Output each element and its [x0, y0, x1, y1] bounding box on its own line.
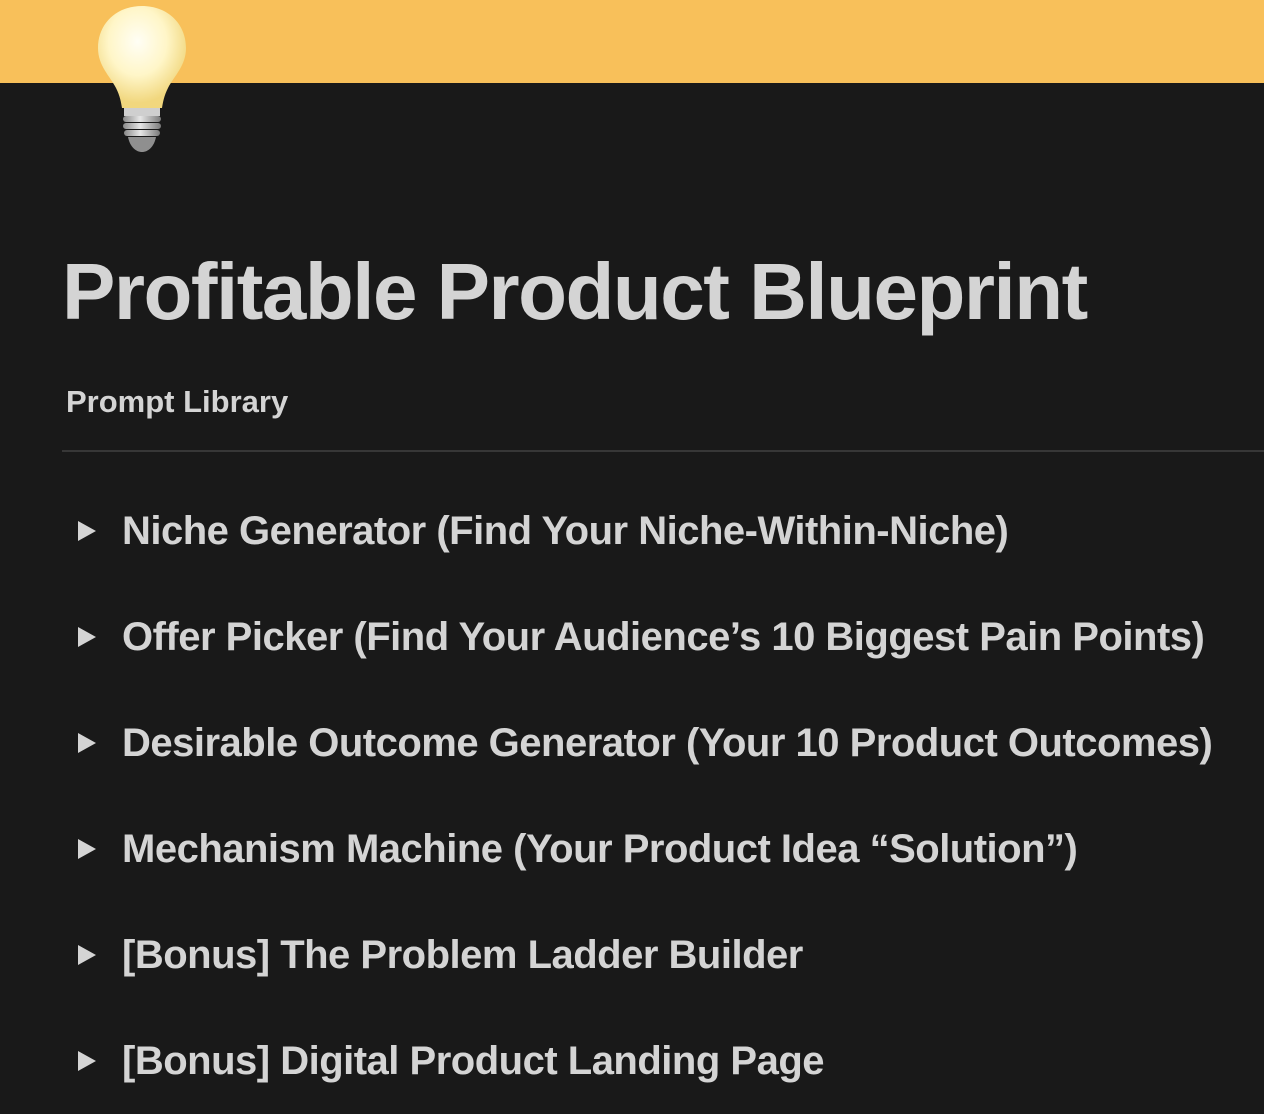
triangle-right-icon[interactable] — [78, 945, 96, 965]
toggle-label: Mechanism Machine (Your Product Idea “So… — [122, 827, 1078, 871]
view-tab-bar: Prompt Library — [62, 372, 1264, 452]
toggle-label: Desirable Outcome Generator (Your 10 Pro… — [122, 721, 1213, 765]
toggle-desirable-outcome-generator[interactable]: Desirable Outcome Generator (Your 10 Pro… — [62, 690, 1242, 796]
triangle-right-icon[interactable] — [78, 627, 96, 647]
toggle-label: Niche Generator (Find Your Niche-Within-… — [122, 509, 1009, 553]
page-title[interactable]: Profitable Product Blueprint — [62, 246, 1088, 338]
toggle-problem-ladder-builder[interactable]: [Bonus] The Problem Ladder Builder — [62, 902, 1242, 1008]
toggle-label: [Bonus] Digital Product Landing Page — [122, 1039, 825, 1083]
lightbulb-icon[interactable] — [94, 2, 190, 156]
triangle-right-icon[interactable] — [78, 521, 96, 541]
toggle-label: Offer Picker (Find Your Audience’s 10 Bi… — [122, 615, 1205, 659]
triangle-right-icon[interactable] — [78, 733, 96, 753]
triangle-right-icon[interactable] — [78, 1051, 96, 1071]
triangle-right-icon[interactable] — [78, 839, 96, 859]
toggle-mechanism-machine[interactable]: Mechanism Machine (Your Product Idea “So… — [62, 796, 1242, 902]
toggle-label: [Bonus] The Problem Ladder Builder — [122, 933, 803, 977]
toggle-list: Niche Generator (Find Your Niche-Within-… — [62, 478, 1242, 1114]
tab-prompt-library[interactable]: Prompt Library — [66, 384, 288, 420]
toggle-niche-generator[interactable]: Niche Generator (Find Your Niche-Within-… — [62, 478, 1242, 584]
toggle-digital-product-landing-page[interactable]: [Bonus] Digital Product Landing Page — [62, 1008, 1242, 1114]
toggle-offer-picker[interactable]: Offer Picker (Find Your Audience’s 10 Bi… — [62, 584, 1242, 690]
